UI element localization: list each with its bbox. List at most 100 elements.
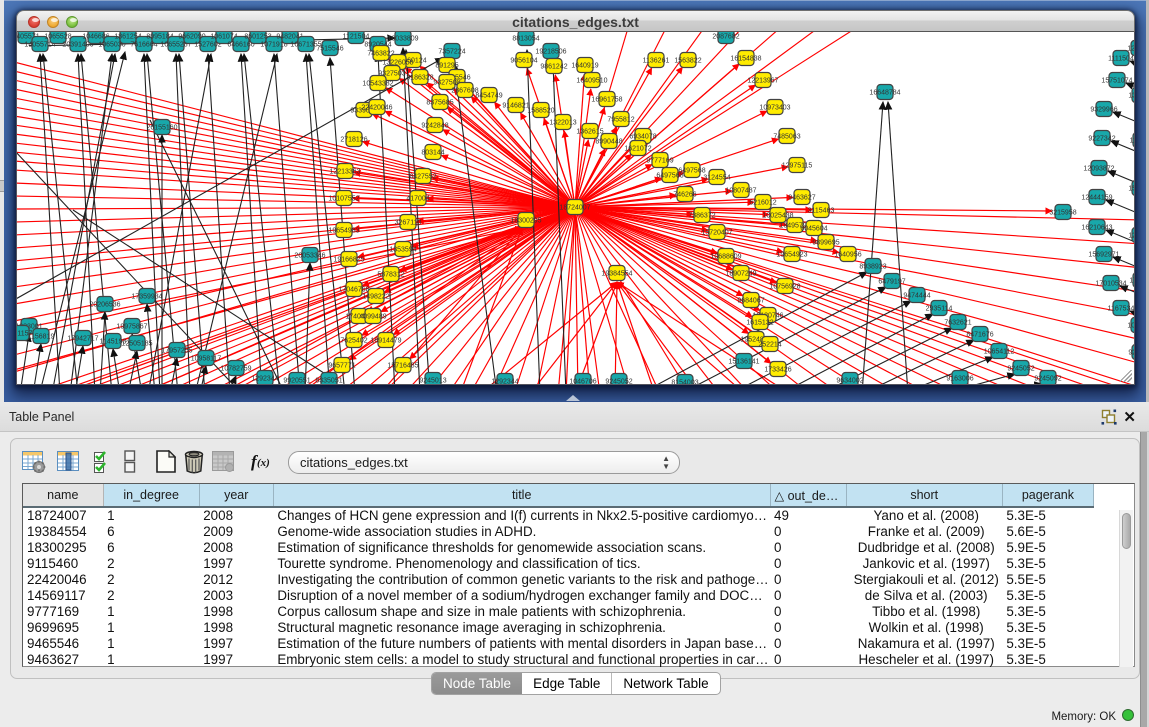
svg-text:6934078: 6934078	[629, 134, 656, 141]
svg-text:175455: 175455	[1129, 278, 1135, 285]
svg-text:3215958: 3215958	[1049, 210, 1076, 217]
svg-text:12444159: 12444159	[1081, 195, 1112, 202]
svg-text:8154003: 8154003	[671, 380, 698, 386]
svg-text:17010534: 17010534	[1095, 281, 1126, 288]
svg-text:417004: 417004	[406, 196, 429, 203]
svg-text:7357224: 7357224	[438, 49, 465, 56]
svg-text:16033809: 16033809	[387, 36, 418, 43]
svg-text:9146821: 9146821	[502, 103, 529, 110]
svg-text:1733426: 1733426	[764, 367, 791, 374]
svg-text:19654983: 19654983	[328, 228, 359, 235]
svg-text:17046768: 17046768	[338, 287, 369, 294]
svg-text:9474444: 9474444	[903, 293, 930, 300]
svg-text:10807487: 10807487	[725, 188, 756, 195]
svg-text:6479197: 6479197	[878, 279, 905, 286]
svg-text:9777169: 9777169	[646, 158, 673, 165]
svg-text:1498222: 1498222	[362, 294, 389, 301]
svg-text:10756928: 10756928	[769, 284, 800, 291]
svg-text:(x): (x)	[257, 457, 270, 469]
svg-text:17957255: 17957255	[161, 348, 192, 355]
svg-text:9861242: 9861242	[540, 64, 567, 71]
svg-text:1362615: 1362615	[576, 129, 603, 136]
svg-text:113255: 113255	[1130, 138, 1135, 145]
svg-text:19166825: 19166825	[333, 257, 364, 264]
svg-text:20206536: 20206536	[89, 302, 120, 309]
svg-text:1640919: 1640919	[571, 63, 598, 70]
svg-text:10688609: 10688609	[710, 254, 741, 261]
svg-text:891295: 891295	[435, 63, 458, 70]
svg-text:1136261: 1136261	[643, 58, 670, 65]
svg-text:7955812: 7955812	[607, 117, 634, 124]
svg-text:1322013: 1322013	[549, 120, 576, 127]
svg-text:19654923: 19654923	[776, 252, 807, 259]
svg-text:1156819: 1156819	[28, 334, 55, 341]
svg-text:252214: 252214	[758, 342, 781, 349]
svg-text:3124554: 3124554	[703, 175, 730, 182]
svg-text:1588520: 1588520	[527, 108, 554, 115]
svg-text:26155160: 26155160	[146, 125, 177, 132]
svg-text:16154838: 16154838	[730, 56, 761, 63]
svg-text:9329966: 9329966	[1090, 107, 1117, 114]
svg-text:9056104: 9056104	[510, 58, 537, 65]
svg-text:19218506: 19218506	[535, 49, 566, 56]
svg-text:109295: 109295	[1127, 323, 1135, 330]
svg-text:5878312: 5878312	[377, 272, 404, 279]
svg-text:7485063: 7485063	[773, 134, 800, 141]
svg-text:9899695: 9899695	[812, 240, 839, 247]
svg-text:10973403: 10973403	[759, 105, 790, 112]
svg-text:3115463: 3115463	[808, 208, 835, 215]
svg-text:1353594: 1353594	[389, 247, 416, 254]
svg-text:8427552: 8427552	[409, 174, 436, 181]
svg-text:12093872: 12093872	[1083, 166, 1114, 173]
svg-text:9634002: 9634002	[836, 378, 863, 385]
svg-text:12975115: 12975115	[782, 163, 813, 170]
svg-text:8471676: 8471676	[966, 332, 993, 339]
svg-text:9463627: 9463627	[788, 195, 815, 202]
svg-text:122035: 122035	[1128, 233, 1135, 240]
svg-text:8375685: 8375685	[426, 100, 453, 107]
svg-text:1615132: 1615132	[746, 320, 773, 327]
svg-text:8813054: 8813054	[512, 36, 539, 43]
svg-text:7515546: 7515546	[316, 46, 343, 53]
svg-text:1563822: 1563822	[674, 58, 701, 65]
svg-text:8454749: 8454749	[475, 93, 502, 100]
svg-text:8990448: 8990448	[595, 139, 622, 146]
svg-text:2087682: 2087682	[712, 34, 739, 41]
svg-text:9657771: 9657771	[328, 363, 355, 370]
svg-text:20053346: 20053346	[294, 253, 325, 260]
svg-text:746266: 746266	[673, 192, 696, 199]
svg-text:18300295: 18300295	[510, 218, 541, 225]
svg-text:6497568: 6497568	[656, 173, 683, 180]
svg-text:17359934: 17359934	[131, 294, 162, 301]
svg-text:3267110: 3267110	[395, 220, 422, 227]
svg-text:1292344: 1292344	[491, 379, 518, 386]
svg-text:2718126: 2718126	[340, 137, 367, 144]
svg-text:18907249: 18907249	[725, 271, 756, 278]
svg-text:803144: 803144	[421, 150, 444, 157]
svg-text:4099489: 4099489	[359, 314, 386, 321]
svg-text:10107552: 10107552	[328, 196, 359, 203]
svg-text:8186328: 8186328	[406, 75, 433, 82]
svg-text:9920551: 9920551	[283, 378, 310, 385]
svg-text:8938923: 8938923	[859, 264, 886, 271]
svg-text:9245052: 9245052	[1007, 366, 1034, 373]
svg-text:8335051: 8335051	[315, 378, 342, 385]
svg-text:1065528: 1065528	[44, 34, 71, 41]
svg-text:15692971: 15692971	[1088, 252, 1119, 259]
svg-text:9242848: 9242848	[421, 123, 448, 130]
svg-text:6045604: 6045604	[800, 226, 827, 233]
svg-text:19384554: 19384554	[601, 271, 632, 278]
svg-text:16409510: 16409510	[576, 78, 607, 85]
svg-text:10782759: 10782759	[220, 366, 251, 373]
svg-text:159585: 159585	[1128, 186, 1135, 193]
svg-text:16648784: 16648784	[869, 90, 900, 97]
svg-text:15720407: 15720407	[701, 230, 732, 237]
svg-text:17942717: 17942717	[67, 336, 98, 343]
svg-text:1621072: 1621072	[624, 146, 651, 153]
svg-text:1121504: 1121504	[343, 34, 370, 41]
svg-text:10543382: 10543382	[362, 81, 393, 88]
svg-text:1640956: 1640956	[834, 252, 861, 259]
svg-text:924505: 924505	[1128, 350, 1135, 357]
svg-text:19975867: 19975867	[116, 324, 147, 331]
svg-text:9245092: 9245092	[1034, 376, 1061, 383]
